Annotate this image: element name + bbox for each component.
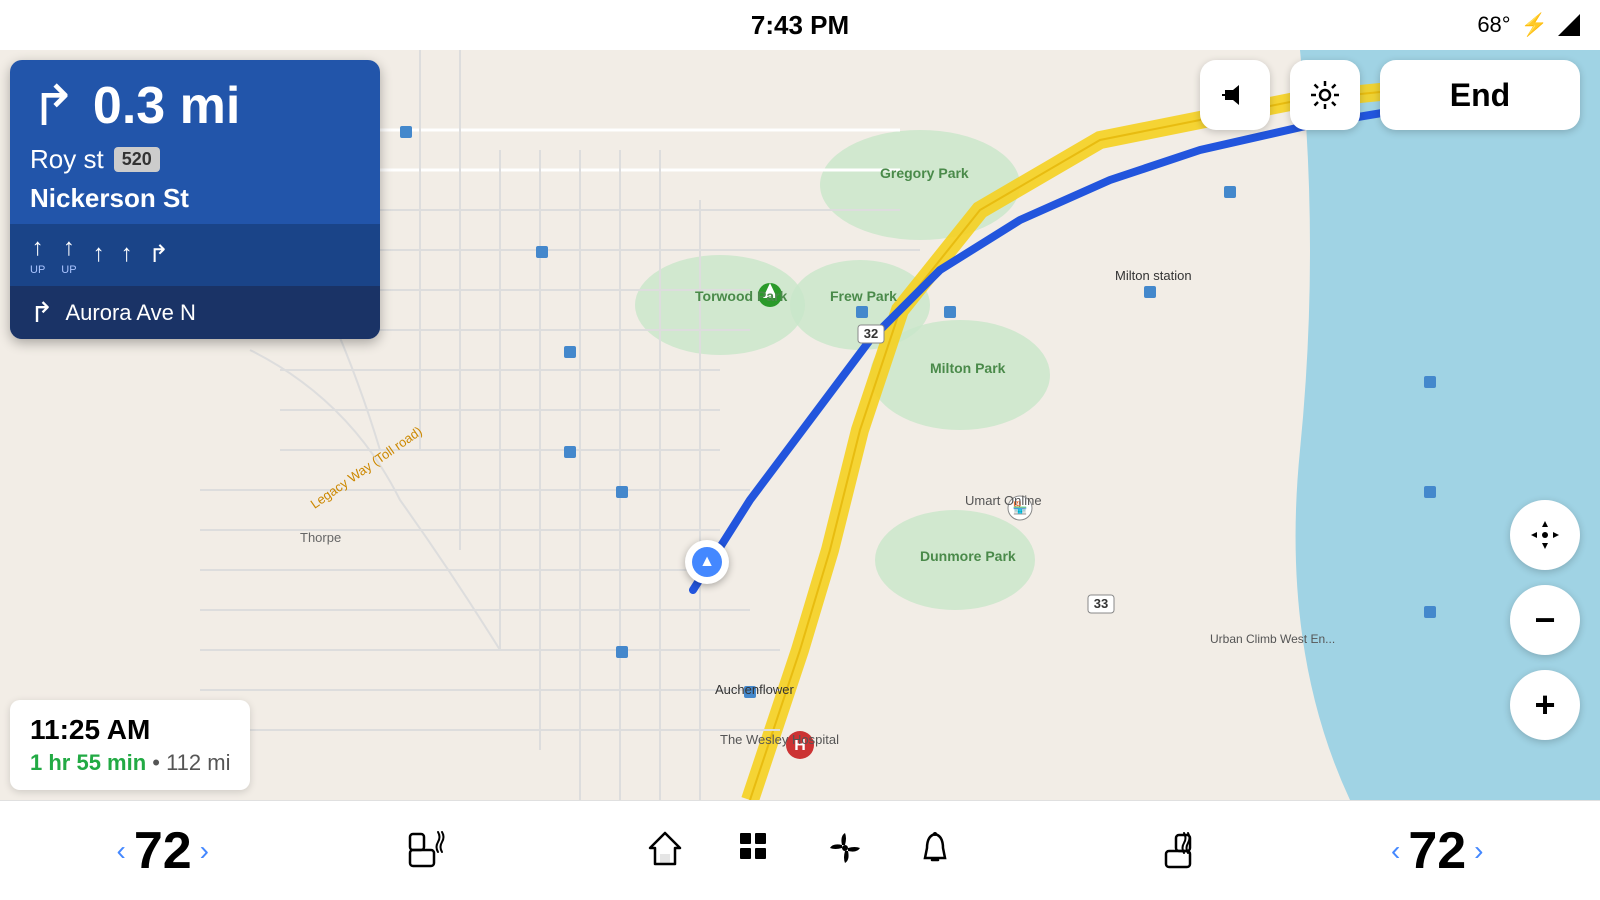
street-name-1: Roy st [30, 144, 104, 175]
lane-5: ↱ [149, 240, 169, 271]
bluetooth-icon: ⚡ [1521, 12, 1548, 38]
right-seat-heat-icon [1148, 823, 1198, 878]
map-area[interactable]: H 🏪 32 33 Gregory Park Frew Park Torwood… [0, 50, 1600, 800]
settings-button[interactable] [1290, 60, 1360, 130]
apps-button[interactable] [735, 828, 775, 873]
direction-arrow: ▲ [699, 553, 715, 571]
home-button[interactable] [645, 828, 685, 873]
left-temp-control: ‹ 72 › [117, 821, 210, 881]
lane-3: ↑ [93, 240, 105, 270]
right-temp-increase[interactable]: › [1474, 835, 1483, 867]
right-temp-decrease[interactable]: ‹ [1391, 835, 1400, 867]
left-temp-value: 72 [134, 821, 192, 881]
svg-text:🏪: 🏪 [1013, 501, 1028, 515]
clock: 7:43 PM [751, 10, 849, 41]
signal-icon [1558, 14, 1580, 36]
svg-text:H: H [794, 737, 806, 754]
svg-text:32: 32 [864, 326, 878, 341]
eta-card: 11:25 AM 1 hr 55 min • 112 mi [10, 700, 250, 790]
zoom-out-label: − [1534, 599, 1555, 641]
continue-arrow-icon: ↱ [30, 296, 53, 329]
bottom-center-icons [645, 828, 955, 873]
lane-2: ↑ UP [61, 234, 76, 276]
bottom-bar: ‹ 72 › [0, 800, 1600, 900]
zoom-in-button[interactable]: + [1510, 670, 1580, 740]
notification-button[interactable] [915, 828, 955, 873]
lane-4: ↑ [121, 240, 133, 270]
svg-text:33: 33 [1094, 596, 1108, 611]
left-temp-decrease[interactable]: ‹ [117, 835, 126, 867]
end-label: End [1450, 77, 1510, 114]
arrival-time: 11:25 AM [30, 714, 230, 746]
zoom-out-button[interactable]: − [1510, 585, 1580, 655]
zoom-in-label: + [1534, 684, 1555, 726]
end-button[interactable]: End [1380, 60, 1580, 130]
lane-1: ↑ UP [30, 234, 45, 276]
turn-arrow-icon: ↱ [30, 78, 77, 134]
street-name-2: Nickerson St [10, 183, 380, 224]
volume-button[interactable] [1200, 60, 1270, 130]
fan-button[interactable] [825, 828, 865, 873]
navigation-card: ↱ 0.3 mi Roy st 520 Nickerson St ↑ UP ↑ … [10, 60, 380, 339]
right-temp-control: ‹ 72 › [1391, 821, 1484, 881]
location-marker: ▲ [685, 540, 729, 584]
temperature-display: 68° [1477, 12, 1510, 38]
route-badge: 520 [114, 147, 160, 172]
left-seat-heat-icon [402, 822, 452, 880]
right-temp-value: 72 [1408, 821, 1466, 881]
status-bar: 7:43 PM 68° ⚡ [0, 0, 1600, 50]
left-temp-increase[interactable]: › [200, 835, 209, 867]
continue-street: Aurora Ave N [65, 300, 195, 326]
move-map-button[interactable] [1510, 500, 1580, 570]
eta-details: 1 hr 55 min • 112 mi [30, 750, 230, 776]
distance-display: 0.3 mi [93, 76, 240, 136]
